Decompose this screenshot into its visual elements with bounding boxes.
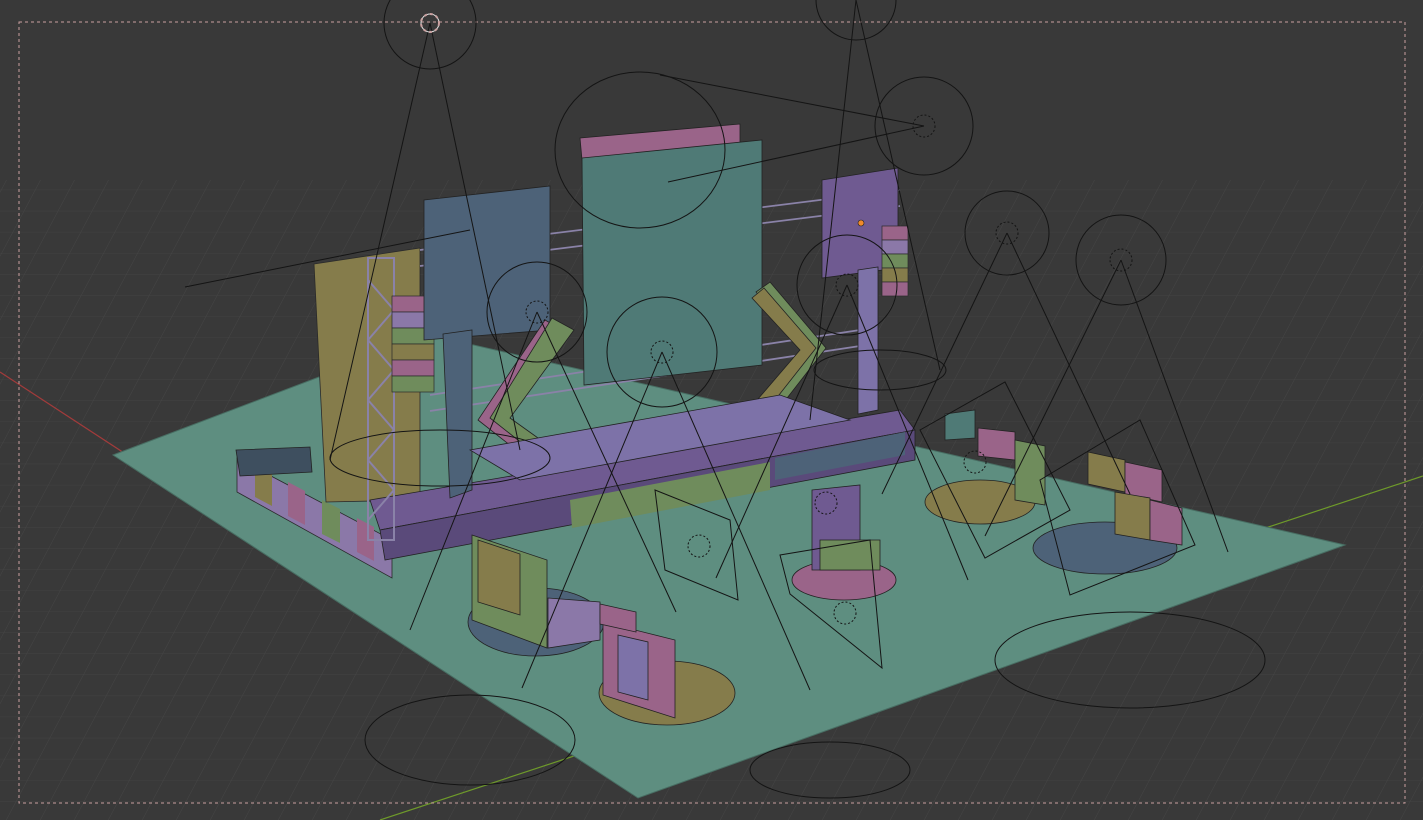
selected-object-origin[interactable] (857, 219, 865, 227)
3d-viewport[interactable] (0, 0, 1423, 820)
right-speaker-array[interactable] (881, 225, 909, 297)
right-screen-post[interactable] (857, 266, 879, 415)
